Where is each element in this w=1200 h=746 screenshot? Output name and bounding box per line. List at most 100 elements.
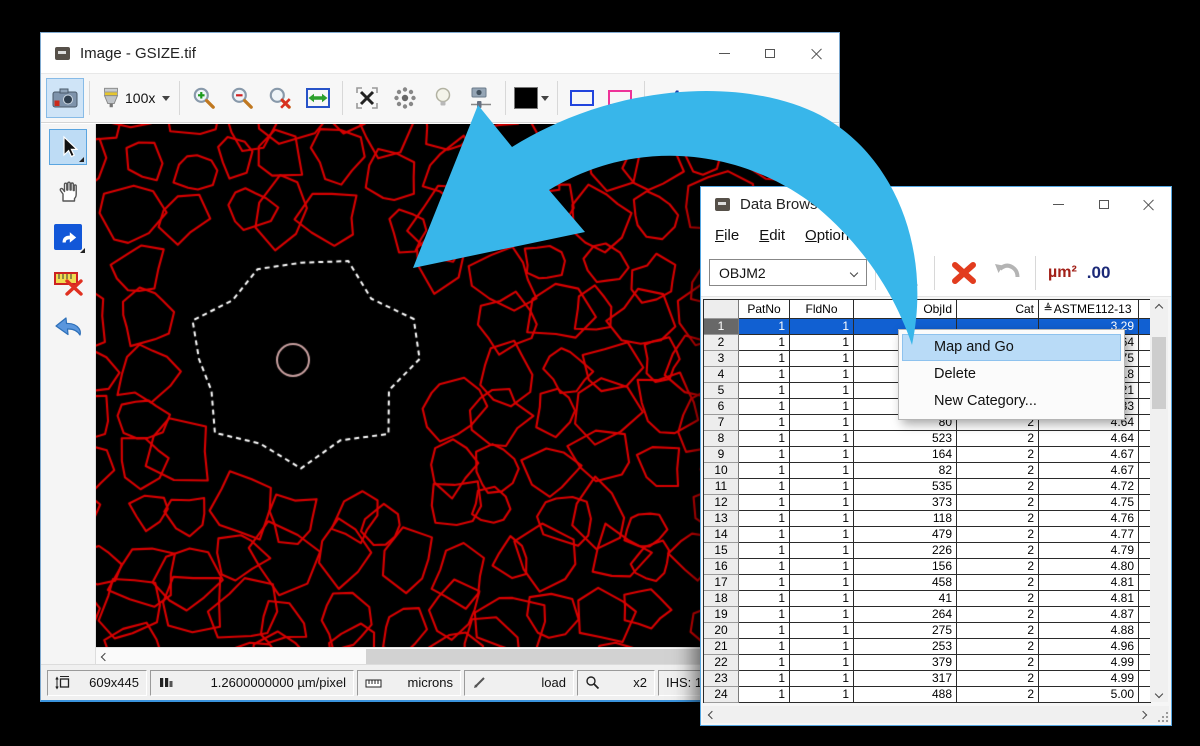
- close-button[interactable]: [1126, 187, 1171, 221]
- table-cell[interactable]: 1: [790, 623, 854, 639]
- row-number-cell[interactable]: 3: [704, 351, 739, 367]
- table-cell[interactable]: 479: [854, 527, 957, 543]
- zoom-reset-button[interactable]: [261, 78, 299, 118]
- table-row[interactable]: 10118224.67: [704, 463, 1151, 479]
- table-row[interactable]: 171145824.81: [704, 575, 1151, 591]
- table-cell[interactable]: 4.72: [1039, 479, 1139, 495]
- column-header[interactable]: FldNo: [790, 300, 854, 319]
- table-cell[interactable]: 1: [790, 607, 854, 623]
- area-unit-label[interactable]: µm²: [1048, 264, 1077, 282]
- table-row[interactable]: 81152324.64: [704, 431, 1151, 447]
- row-number-cell[interactable]: 16: [704, 559, 739, 575]
- table-cell[interactable]: 1: [790, 511, 854, 527]
- decimal-format-label[interactable]: .00: [1087, 263, 1111, 283]
- rotate-button[interactable]: [386, 78, 424, 118]
- table-cell[interactable]: 2: [957, 671, 1039, 687]
- table-cell[interactable]: 4.64: [1039, 431, 1139, 447]
- image-window-titlebar[interactable]: Image - GSIZE.tif: [41, 33, 839, 73]
- table-cell[interactable]: 1: [739, 671, 790, 687]
- table-cell[interactable]: 1: [739, 623, 790, 639]
- column-header-astm[interactable]: ≜ASTME112-13: [1039, 300, 1139, 319]
- row-number-cell[interactable]: 21: [704, 639, 739, 655]
- fit-to-window-button[interactable]: [299, 78, 337, 118]
- table-cell[interactable]: 1: [790, 335, 854, 351]
- table-cell[interactable]: 1: [739, 431, 790, 447]
- table-cell[interactable]: 1: [739, 687, 790, 703]
- table-cell[interactable]: 41: [854, 591, 957, 607]
- table-cell[interactable]: 1: [739, 543, 790, 559]
- minimize-button[interactable]: [701, 33, 747, 73]
- objective-selector[interactable]: 100x: [95, 78, 174, 118]
- table-cell[interactable]: 523: [854, 431, 957, 447]
- zoom-in-button[interactable]: [185, 78, 223, 118]
- table-cell[interactable]: 1: [790, 463, 854, 479]
- table-cell[interactable]: 1: [739, 607, 790, 623]
- table-row[interactable]: 231131724.99: [704, 671, 1151, 687]
- table-cell[interactable]: 373: [854, 495, 957, 511]
- table-cell[interactable]: 4.81: [1039, 591, 1139, 607]
- table-cell[interactable]: 275: [854, 623, 957, 639]
- table-cell[interactable]: 1: [790, 655, 854, 671]
- table-cell[interactable]: 4.76: [1039, 511, 1139, 527]
- table-row[interactable]: 141147924.77: [704, 527, 1151, 543]
- menu-options[interactable]: Options: [795, 224, 867, 247]
- table-cell[interactable]: 1: [790, 431, 854, 447]
- table-cell[interactable]: 1: [790, 399, 854, 415]
- minimize-button[interactable]: [1036, 187, 1081, 221]
- table-cell[interactable]: 2: [957, 543, 1039, 559]
- data-browser-titlebar[interactable]: Data Browser: [701, 187, 1171, 221]
- color-picker[interactable]: [511, 78, 552, 118]
- menu-file[interactable]: File: [705, 224, 749, 247]
- context-menu-item-delete[interactable]: Delete: [902, 361, 1121, 388]
- row-number-cell[interactable]: 20: [704, 623, 739, 639]
- table-cell[interactable]: 1: [739, 415, 790, 431]
- row-number-cell[interactable]: 19: [704, 607, 739, 623]
- table-row[interactable]: 121137324.75: [704, 495, 1151, 511]
- toolbar-overflow-button[interactable]: [688, 78, 714, 118]
- column-header[interactable]: ObjId: [854, 300, 957, 319]
- table-cell[interactable]: 1: [790, 351, 854, 367]
- measure-delete-tool[interactable]: [49, 264, 87, 300]
- dataset-dropdown[interactable]: OBJM2: [709, 259, 867, 286]
- undo-button[interactable]: [985, 253, 1027, 293]
- table-cell[interactable]: 4.99: [1039, 655, 1139, 671]
- table-cell[interactable]: 5.00: [1039, 687, 1139, 703]
- table-row[interactable]: 201127524.88: [704, 623, 1151, 639]
- table-cell[interactable]: 1: [739, 399, 790, 415]
- table-cell[interactable]: 4.67: [1039, 447, 1139, 463]
- row-number-cell[interactable]: 24: [704, 687, 739, 703]
- table-cell[interactable]: 2: [957, 479, 1039, 495]
- table-cell[interactable]: 226: [854, 543, 957, 559]
- pan-tool[interactable]: [49, 174, 87, 210]
- scroll-right-button[interactable]: [1134, 706, 1151, 723]
- redo-tool[interactable]: [49, 219, 87, 255]
- table-row[interactable]: 18114124.81: [704, 591, 1151, 607]
- table-cell[interactable]: 1: [790, 447, 854, 463]
- delete-overlay-button[interactable]: [348, 78, 386, 118]
- table-row[interactable]: 191126424.87: [704, 607, 1151, 623]
- column-header[interactable]: [704, 300, 739, 319]
- table-cell[interactable]: 2: [957, 463, 1039, 479]
- camera-settings-button[interactable]: [462, 78, 500, 118]
- table-row[interactable]: 151122624.79: [704, 543, 1151, 559]
- row-number-cell[interactable]: 6: [704, 399, 739, 415]
- row-number-cell[interactable]: 11: [704, 479, 739, 495]
- row-number-cell[interactable]: 2: [704, 335, 739, 351]
- table-cell[interactable]: 488: [854, 687, 957, 703]
- table-cell[interactable]: 1: [790, 543, 854, 559]
- context-menu-item-new-category[interactable]: New Category...: [902, 388, 1121, 415]
- table-vertical-scrollbar[interactable]: [1150, 299, 1168, 702]
- scroll-up-button[interactable]: [1150, 299, 1168, 316]
- table-cell[interactable]: 2: [957, 687, 1039, 703]
- table-row[interactable]: 111153524.72: [704, 479, 1151, 495]
- table-cell[interactable]: 1: [739, 367, 790, 383]
- row-number-cell[interactable]: 12: [704, 495, 739, 511]
- table-cell[interactable]: 1: [739, 575, 790, 591]
- table-cell[interactable]: 1: [790, 687, 854, 703]
- row-number-cell[interactable]: 8: [704, 431, 739, 447]
- table-cell[interactable]: 253: [854, 639, 957, 655]
- zoom-out-button[interactable]: [223, 78, 261, 118]
- scroll-down-button[interactable]: [1150, 685, 1168, 702]
- row-number-cell[interactable]: 22: [704, 655, 739, 671]
- table-cell[interactable]: 4.88: [1039, 623, 1139, 639]
